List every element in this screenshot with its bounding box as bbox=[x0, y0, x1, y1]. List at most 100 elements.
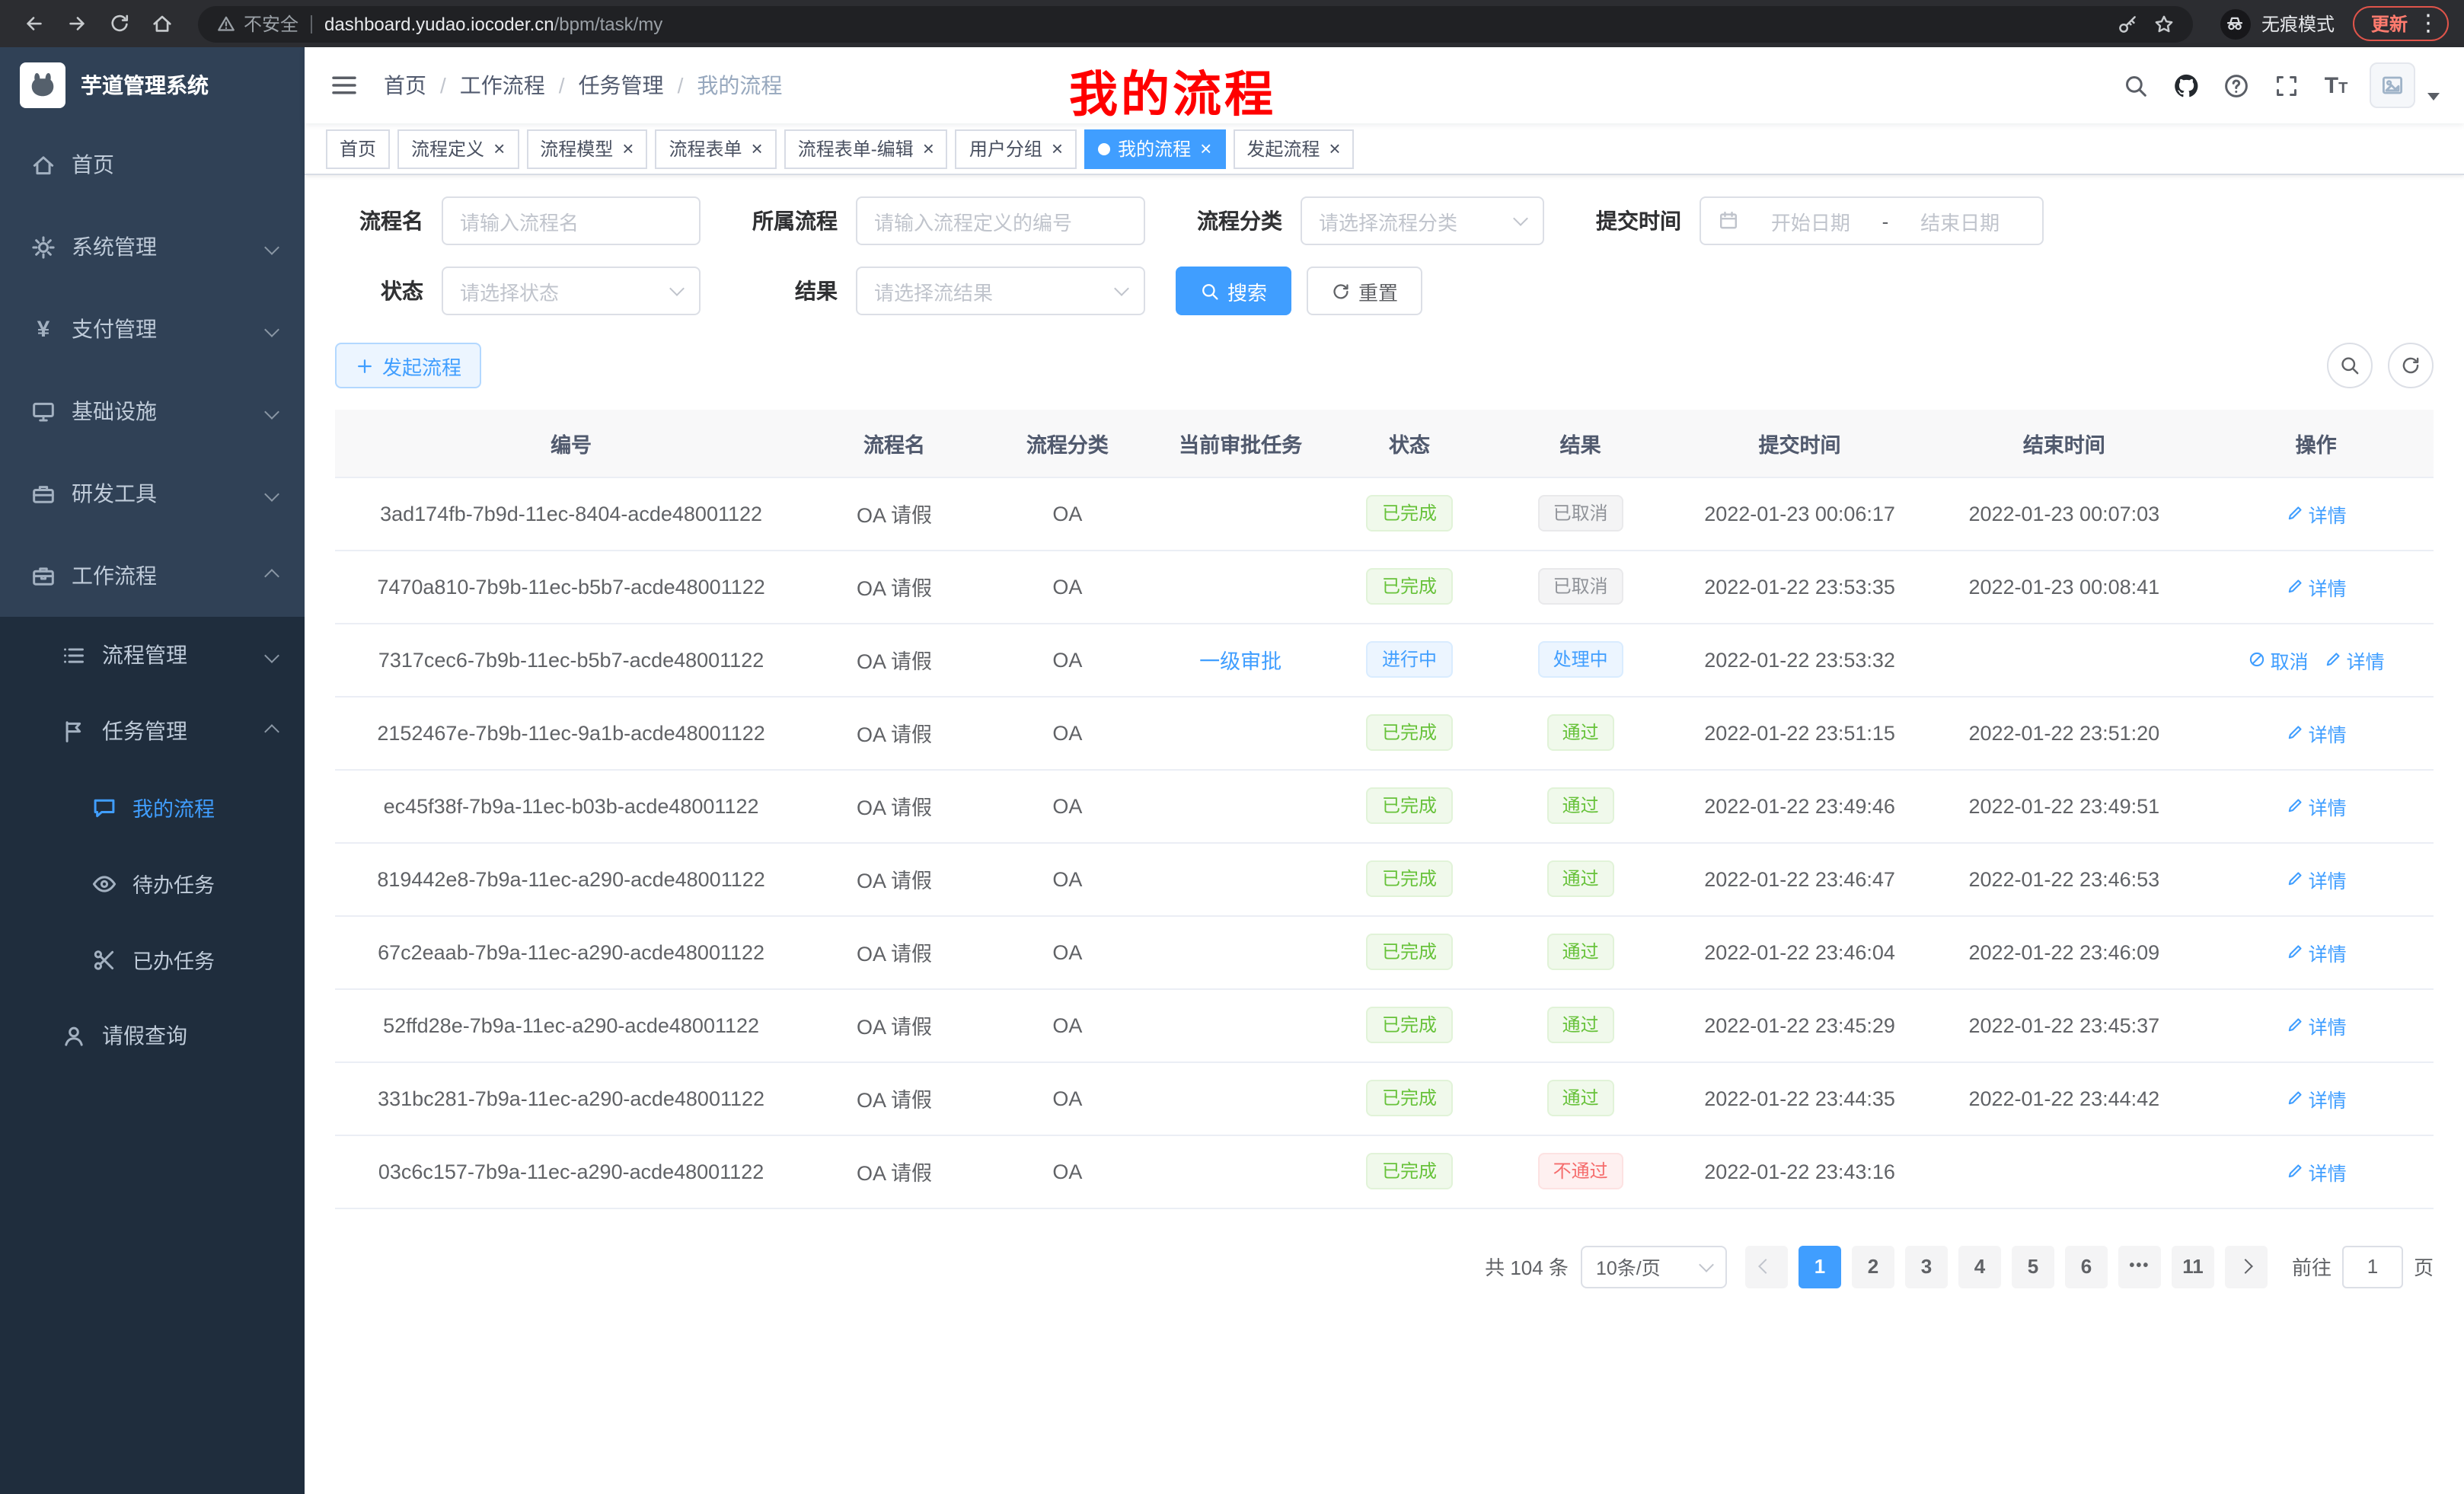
sidebar-toggle-hamburger-icon[interactable] bbox=[329, 70, 359, 101]
avatar[interactable] bbox=[2370, 62, 2415, 108]
detail-action-link[interactable]: 详情 bbox=[2286, 1157, 2347, 1186]
tab-close-icon[interactable]: × bbox=[493, 139, 505, 158]
sidebar-item-todo-task[interactable]: 待办任务 bbox=[0, 845, 305, 921]
sidebar-item-home[interactable]: 首页 bbox=[0, 123, 305, 206]
security-indicator[interactable]: 不安全 bbox=[216, 11, 298, 37]
breadcrumb-item[interactable]: 任务管理 bbox=[579, 70, 664, 101]
table-header-row: 编号流程名流程分类当前审批任务状态结果提交时间结束时间操作 bbox=[335, 410, 2434, 477]
breadcrumb-separator: / bbox=[559, 73, 565, 97]
header-search-button[interactable] bbox=[2118, 69, 2152, 102]
action-label: 详情 bbox=[2347, 645, 2385, 674]
reset-button[interactable]: 重置 bbox=[1307, 267, 1422, 315]
browser-update-button[interactable]: 更新 ⋮ bbox=[2353, 6, 2449, 41]
tab-user-group[interactable]: 用户分组× bbox=[956, 129, 1077, 168]
sidebar-item-infrastructure[interactable]: 基础设施 bbox=[0, 370, 305, 452]
tab-close-icon[interactable]: × bbox=[923, 139, 934, 158]
sidebar-item-dev-tools[interactable]: 研发工具 bbox=[0, 452, 305, 535]
process-name-input[interactable]: 请输入流程名 bbox=[442, 196, 701, 245]
cancel-action-link[interactable]: 取消 bbox=[2248, 645, 2309, 674]
sidebar-logo[interactable]: 芋道管理系统 bbox=[0, 47, 305, 123]
password-key-icon[interactable] bbox=[2117, 13, 2138, 34]
font-size-button[interactable]: TT bbox=[2319, 69, 2353, 102]
breadcrumb-item[interactable]: 首页 bbox=[384, 70, 426, 101]
incognito-profile-chip[interactable]: 无痕模式 bbox=[2220, 8, 2335, 39]
page-size-select[interactable]: 10条/页 bbox=[1581, 1245, 1727, 1288]
browser-menu-icon[interactable]: ⋮ bbox=[2417, 12, 2440, 35]
tab-close-icon[interactable]: × bbox=[1329, 139, 1340, 158]
detail-action-link[interactable]: 详情 bbox=[2286, 572, 2347, 601]
browser-reload-button[interactable] bbox=[101, 5, 137, 42]
page-button-3[interactable]: 3 bbox=[1905, 1245, 1948, 1288]
address-bar[interactable]: 不安全 dashboard.yudao.iocoder.cn/bpm/task/… bbox=[198, 5, 2193, 42]
detail-action-link[interactable]: 详情 bbox=[2324, 645, 2385, 674]
sidebar-item-process-management[interactable]: 流程管理 bbox=[0, 617, 305, 693]
result-tag: 已取消 bbox=[1538, 568, 1623, 605]
parent-process-input[interactable]: 请输入流程定义的编号 bbox=[856, 196, 1145, 245]
sidebar-item-system-management[interactable]: 系统管理 bbox=[0, 206, 305, 288]
avatar-caret-down-icon[interactable] bbox=[2427, 92, 2440, 100]
browser-forward-button[interactable] bbox=[58, 5, 94, 42]
detail-action-link[interactable]: 详情 bbox=[2286, 1010, 2347, 1039]
tab-home[interactable]: 首页 bbox=[326, 129, 390, 168]
category-select[interactable]: 请选择流程分类 bbox=[1301, 196, 1544, 245]
tab-close-icon[interactable]: × bbox=[1200, 139, 1211, 158]
prev-page-button[interactable] bbox=[1745, 1245, 1788, 1288]
bookmark-star-icon[interactable] bbox=[2153, 13, 2175, 34]
detail-action-link[interactable]: 详情 bbox=[2286, 937, 2347, 966]
detail-action-link[interactable]: 详情 bbox=[2286, 864, 2347, 893]
page-button-5[interactable]: 5 bbox=[2012, 1245, 2054, 1288]
tab-close-icon[interactable]: × bbox=[622, 139, 634, 158]
page-button-11[interactable]: 11 bbox=[2172, 1245, 2214, 1288]
page-button-2[interactable]: 2 bbox=[1852, 1245, 1894, 1288]
page-button-1[interactable]: 1 bbox=[1799, 1245, 1841, 1288]
table-row: 331bc281-7b9a-11ec-a290-acde48001122OA 请… bbox=[335, 1061, 2434, 1135]
cell-id: 3ad174fb-7b9d-11ec-8404-acde48001122 bbox=[335, 477, 807, 550]
page-button-6[interactable]: 6 bbox=[2065, 1245, 2108, 1288]
sidebar-item-done-task[interactable]: 已办任务 bbox=[0, 921, 305, 998]
sidebar-item-task-management[interactable]: 任务管理 bbox=[0, 693, 305, 769]
more-pages-button[interactable]: ••• bbox=[2118, 1245, 2161, 1288]
detail-action-link[interactable]: 详情 bbox=[2286, 791, 2347, 820]
sidebar-item-leave-query[interactable]: 请假查询 bbox=[0, 998, 305, 1074]
chat-icon bbox=[91, 794, 117, 820]
next-page-button[interactable] bbox=[2225, 1245, 2268, 1288]
browser-back-button[interactable] bbox=[15, 5, 52, 42]
cell-submit-time: 2022-01-22 23:45:29 bbox=[1670, 988, 1930, 1061]
page-button-4[interactable]: 4 bbox=[1958, 1245, 2001, 1288]
breadcrumb-item[interactable]: 工作流程 bbox=[460, 70, 545, 101]
refresh-table-button[interactable] bbox=[2388, 343, 2434, 388]
app-frame: 芋道管理系统 首页系统管理¥支付管理基础设施研发工具工作流程 流程管理任务管理我… bbox=[0, 47, 2464, 1494]
fullscreen-button[interactable] bbox=[2269, 69, 2303, 102]
browser-home-button[interactable] bbox=[143, 5, 180, 42]
status-select[interactable]: 请选择状态 bbox=[442, 267, 701, 315]
sidebar-item-my-process[interactable]: 我的流程 bbox=[0, 769, 305, 845]
start-process-button[interactable]: 发起流程 bbox=[335, 343, 481, 388]
sidebar-submenu: 流程管理任务管理我的流程待办任务已办任务请假查询 bbox=[0, 617, 305, 1074]
tab-process-form-edit[interactable]: 流程表单-编辑× bbox=[784, 129, 948, 168]
tab-process-definition[interactable]: 流程定义× bbox=[397, 129, 519, 168]
github-link[interactable] bbox=[2169, 69, 2202, 102]
cell-status: 已完成 bbox=[1328, 769, 1492, 842]
result-select[interactable]: 请选择流结果 bbox=[856, 267, 1145, 315]
toggle-search-button[interactable] bbox=[2327, 343, 2373, 388]
detail-action-link[interactable]: 详情 bbox=[2286, 718, 2347, 747]
tab-my-process[interactable]: 我的流程× bbox=[1084, 129, 1225, 168]
tab-start-process[interactable]: 发起流程× bbox=[1233, 129, 1354, 168]
tab-process-model[interactable]: 流程模型× bbox=[526, 129, 647, 168]
column-header: 结束时间 bbox=[1929, 410, 2198, 477]
tab-close-icon[interactable]: × bbox=[1052, 139, 1063, 158]
sidebar-item-workflow[interactable]: 工作流程 bbox=[0, 535, 305, 617]
breadcrumb-item-current: 我的流程 bbox=[697, 70, 782, 101]
cancel-icon bbox=[2248, 650, 2266, 669]
detail-action-link[interactable]: 详情 bbox=[2286, 499, 2347, 528]
search-button[interactable]: 搜索 bbox=[1176, 267, 1291, 315]
current-task-link[interactable]: 一级审批 bbox=[1199, 650, 1281, 673]
help-button[interactable] bbox=[2219, 69, 2252, 102]
detail-action-link[interactable]: 详情 bbox=[2286, 1084, 2347, 1113]
tab-close-icon[interactable]: × bbox=[752, 139, 763, 158]
goto-page-input[interactable]: 1 bbox=[2342, 1245, 2403, 1288]
gear-icon bbox=[30, 234, 56, 260]
tab-process-form[interactable]: 流程表单× bbox=[655, 129, 776, 168]
sidebar-item-payment-management[interactable]: ¥支付管理 bbox=[0, 288, 305, 370]
submit-time-range-picker[interactable]: 开始日期 - 结束日期 bbox=[1700, 196, 2044, 245]
